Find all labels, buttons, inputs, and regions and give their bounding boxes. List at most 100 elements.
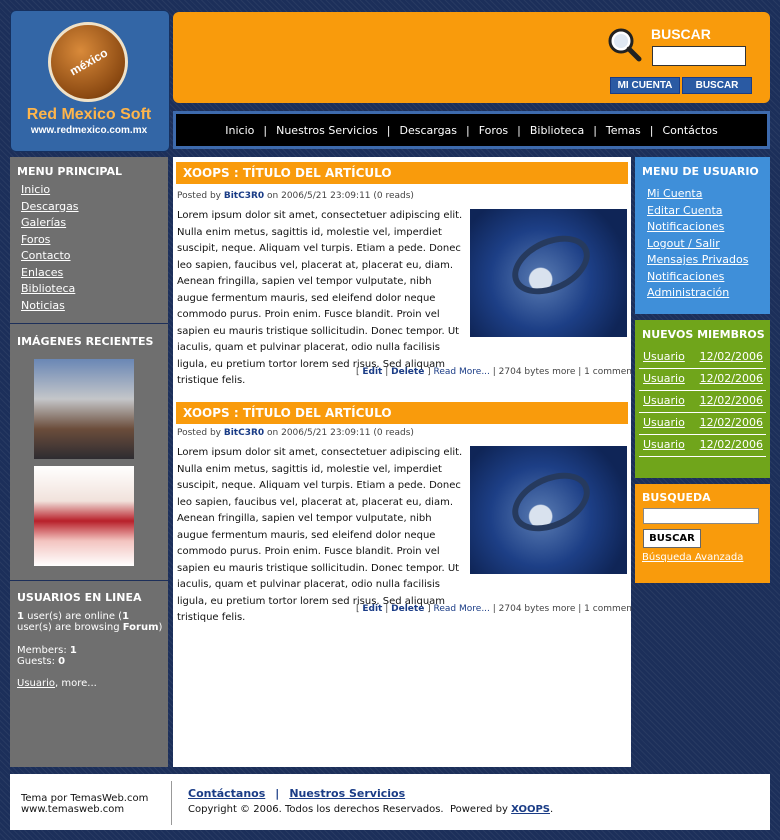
members-value: 1 [69,645,77,656]
members-count: Members: 1 [17,645,77,656]
mi-cuenta-button[interactable]: MI CUENTA [610,77,680,94]
recent-image-1[interactable] [34,359,134,459]
browsing-text: user(s) are browsing [17,622,123,633]
members-label: Members: [17,645,70,656]
main-menu-inicio[interactable]: Inicio [21,182,79,199]
recent-images-title: IMÁGENES RECIENTES [17,335,154,348]
sidebar-divider [10,580,168,581]
article-body: Lorem ipsum dolor sit amet, consectetuer… [177,210,463,386]
article-image [470,446,627,574]
user-menu-notificaciones-2[interactable]: Notificaciones [647,269,748,286]
user-menu-mi-cuenta[interactable]: Mi Cuenta [647,186,748,203]
delete-link[interactable]: Delete [391,604,424,614]
delete-link[interactable]: Delete [391,367,424,377]
usuario-link[interactable]: Usuario [17,678,55,689]
nav-items: Inicio | Nuestros Servicios | Descargas | Foro… [173,124,770,137]
edit-link[interactable]: Edit [362,367,382,377]
copyright-period: . [550,804,554,815]
comments-link[interactable]: 1 commen [584,604,632,614]
header-search-input[interactable] [652,46,746,66]
xoops-link[interactable]: XOOPS [511,804,550,815]
online-users-title: USUARIOS EN LINEA [17,591,142,604]
new-members-box: NUEVOS MIEMBROS Usuario 12/02/2006 Usuari… [635,320,770,478]
member-name[interactable]: Usuario [643,416,685,429]
footer-links: Contáctanos | Nuestros Servicios [188,787,405,800]
article-author[interactable]: BitC3R0 [224,428,264,438]
nav-contactos[interactable]: Contáctos [662,124,717,137]
member-date[interactable]: 12/02/2006 [700,438,763,451]
copyright-text: Copyright © 2006. Todos los derechos Res… [188,804,512,815]
site-url: www.redmexico.com.mx [30,125,148,136]
footer-separator: | [275,787,280,800]
nav-separator: | [466,124,470,137]
online-links: Usuario, more... [17,678,97,689]
posted-date: on 2006/5/21 23:09:11 (0 reads) [264,191,414,201]
more-link[interactable]: , more... [55,678,97,689]
user-menu-editar-cuenta[interactable]: Editar Cuenta [647,203,748,220]
user-menu-mensajes[interactable]: Mensajes Privados [647,252,748,269]
logo-icon[interactable]: méxico [48,22,128,102]
recent-image-2[interactable] [34,466,134,566]
footer-services-link[interactable]: Nuestros Servicios [289,787,405,800]
copyright: Copyright © 2006. Todos los derechos Res… [188,804,553,815]
main-menu-noticias[interactable]: Noticias [21,298,79,315]
member-date[interactable]: 12/02/2006 [700,350,763,363]
article-author[interactable]: BitC3R0 [224,191,264,201]
sidebar-search-input[interactable] [643,508,759,524]
member-name[interactable]: Usuario [643,372,685,385]
member-name[interactable]: Usuario [643,394,685,407]
article-body: Lorem ipsum dolor sit amet, consectetuer… [177,447,463,623]
main-menu-list: Inicio Descargas Galerías Foros Contacto… [21,182,79,314]
user-menu-list: Mi Cuenta Editar Cuenta Notificaciones L… [647,186,748,302]
advanced-search-link[interactable]: Búsqueda Avanzada [642,552,743,563]
footer-contact-link[interactable]: Contáctanos [188,787,265,800]
main-content: XOOPS : TÍTULO DEL ARTÍCULO Posted by Bi… [173,157,632,767]
header-search-button[interactable]: BUSCAR [682,77,752,94]
main-menu-foros[interactable]: Foros [21,232,79,249]
article-posted: Posted by BitC3R0 on 2006/5/21 23:09:11 … [177,428,414,438]
sidebar-search-button[interactable]: BUSCAR [643,529,701,548]
main-menu-galerias[interactable]: Galerías [21,215,79,232]
posted-prefix: Posted by [177,428,224,438]
article-title[interactable]: XOOPS : TÍTULO DEL ARTÍCULO [176,402,628,424]
main-menu-biblioteca[interactable]: Biblioteca [21,281,79,298]
main-menu-title: MENU PRINCIPAL [17,165,122,178]
new-members-title: NUEVOS MIEMBROS [642,328,765,341]
nav-descargas[interactable]: Descargas [399,124,457,137]
member-date[interactable]: 12/02/2006 [700,416,763,429]
nav-inicio[interactable]: Inicio [225,124,254,137]
user-menu-notificaciones[interactable]: Notificaciones [647,219,748,236]
online-count: 1 [17,611,24,622]
nav-nuestros-servicios[interactable]: Nuestros Servicios [276,124,378,137]
member-row: Usuario 12/02/2006 [639,413,766,435]
member-date[interactable]: 12/02/2006 [700,372,763,385]
posted-prefix: Posted by [177,191,224,201]
guests-value: 0 [58,656,66,667]
nav-foros[interactable]: Foros [479,124,508,137]
read-more-link[interactable]: Read More... [434,604,490,614]
browsing-count: 1 [122,611,130,622]
nav-separator: | [263,124,268,137]
user-menu-logout[interactable]: Logout / Salir [647,236,748,253]
edit-link[interactable]: Edit [362,604,382,614]
read-more-link[interactable]: Read More... [434,367,490,377]
nav-biblioteca[interactable]: Biblioteca [530,124,584,137]
online-users-text: 1 user(s) are online (1 user(s) are brow… [17,611,167,633]
user-menu-box: MENU DE USUARIO Mi Cuenta Editar Cuenta … [635,157,770,314]
member-name[interactable]: Usuario [643,438,685,451]
theme-credit-line1: Tema por TemasWeb.com [21,793,149,804]
user-menu-administracion[interactable]: Administración [647,285,748,302]
comments-link[interactable]: 1 commen [584,367,632,377]
browsing-module: Forum [122,622,159,633]
nav-temas[interactable]: Temas [606,124,641,137]
main-menu-descargas[interactable]: Descargas [21,199,79,216]
member-name[interactable]: Usuario [643,350,685,363]
search-title: BUSQUEDA [642,491,711,504]
article-title[interactable]: XOOPS : TÍTULO DEL ARTÍCULO [176,162,628,184]
member-row: Usuario 12/02/2006 [639,435,766,457]
nav-separator: | [517,124,521,137]
member-date[interactable]: 12/02/2006 [700,394,763,407]
main-menu-enlaces[interactable]: Enlaces [21,265,79,282]
header-search-label: BUSCAR [651,26,711,42]
main-menu-contacto[interactable]: Contacto [21,248,79,265]
